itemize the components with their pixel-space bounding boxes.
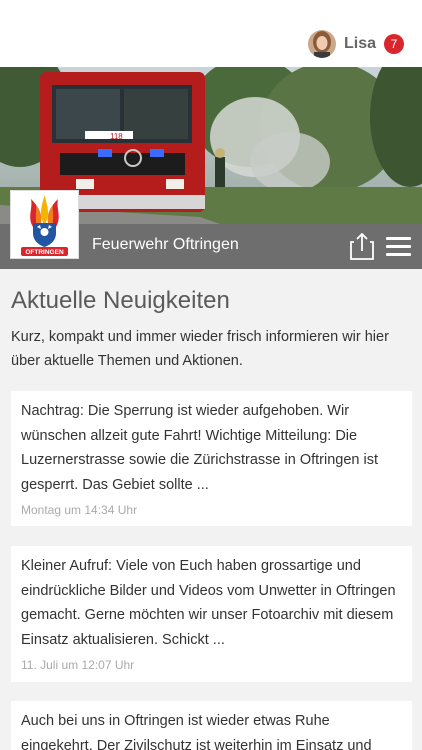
news-card[interactable]: Auch bei uns in Oftringen ist wieder etw… <box>11 701 412 750</box>
logo-text: OFTRINGEN <box>25 249 64 256</box>
user-name[interactable]: Lisa <box>344 35 376 53</box>
news-text[interactable]: Nachtrag: Die Sperrung ist wieder aufgeh… <box>21 399 402 497</box>
notification-badge[interactable]: 7 <box>384 34 404 54</box>
truck-number: 118 <box>110 132 123 141</box>
news-card[interactable]: Kleiner Aufruf: Viele von Euch haben gro… <box>11 546 412 682</box>
news-timestamp: 11. Juli um 12:07 Uhr <box>21 658 135 672</box>
section-title: Aktuelle Neuigkeiten <box>11 287 230 314</box>
organization-name[interactable]: Feuerwehr Oftringen <box>92 236 239 254</box>
news-timestamp: Montag um 14:34 Uhr <box>21 503 138 517</box>
organization-logo[interactable]: OFTRINGEN <box>10 190 79 259</box>
news-text[interactable]: Auch bei uns in Oftringen ist wieder etw… <box>21 709 402 750</box>
news-card[interactable]: Nachtrag: Die Sperrung ist wieder aufgeh… <box>11 391 412 526</box>
section-intro: Kurz, kompakt und immer wieder frisch in… <box>11 329 389 369</box>
avatar[interactable] <box>307 30 336 58</box>
share-icon[interactable] <box>350 232 374 260</box>
top-bar: Lisa 7 <box>0 0 422 67</box>
news-text[interactable]: Kleiner Aufruf: Viele von Euch haben gro… <box>21 554 402 652</box>
hamburger-menu-icon[interactable] <box>386 237 411 257</box>
user-profile[interactable]: Lisa 7 <box>307 30 404 58</box>
